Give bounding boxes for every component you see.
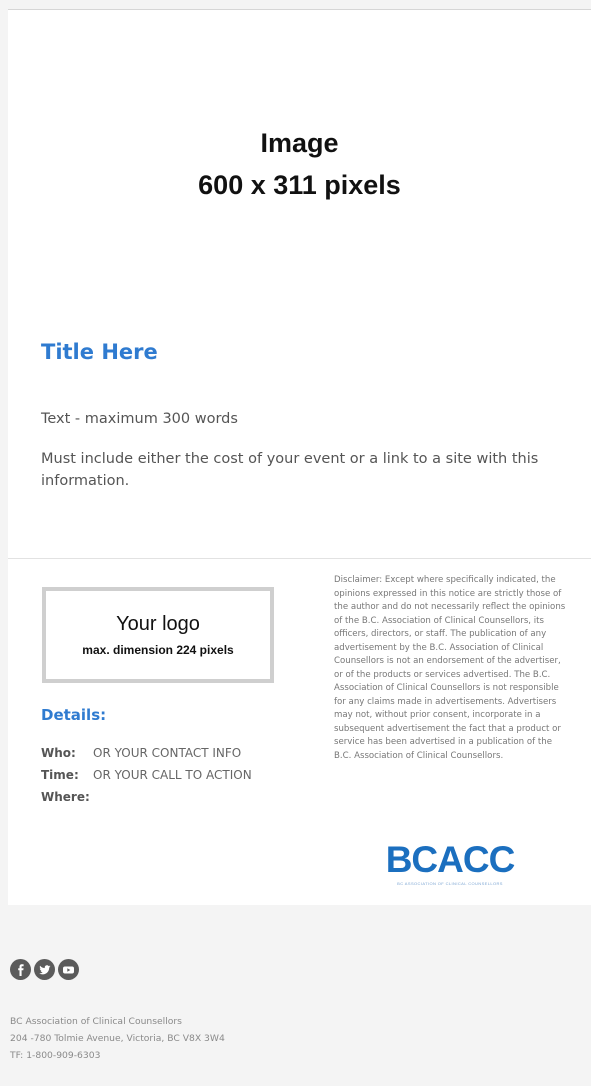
- hero-image-placeholder: Image 600 x 311 pixels: [8, 10, 591, 318]
- article-paragraph: Text - maximum 300 words: [41, 411, 238, 427]
- logo-placeholder-main: Your logo: [116, 613, 200, 635]
- details-label: Where:: [41, 790, 90, 804]
- bcacc-logo[interactable]: BCACC BC ASSOCIATION OF CLINICAL COUNSEL…: [380, 839, 520, 887]
- footer: BC Association of Clinical Counsellors 2…: [8, 905, 591, 1086]
- details-list: Who: OR YOUR CONTACT INFO Time: OR YOUR …: [41, 742, 252, 808]
- article-title: Title Here: [41, 340, 158, 364]
- twitter-icon[interactable]: [34, 959, 55, 980]
- logo-placeholder: Your logo max. dimension 224 pixels: [42, 587, 274, 683]
- details-value: OR YOUR CALL TO ACTION: [93, 768, 252, 782]
- hero-line-1: Image: [260, 128, 339, 158]
- details-label: Who:: [41, 746, 76, 760]
- footer-phone[interactable]: TF: 1-800-909-6303: [10, 1047, 225, 1064]
- details-row-time: Time: OR YOUR CALL TO ACTION: [41, 764, 252, 786]
- footer-org-name: BC Association of Clinical Counsellors: [10, 1016, 182, 1027]
- hero-line-2: 600 x 311 pixels: [198, 170, 401, 200]
- details-row-who: Who: OR YOUR CONTACT INFO: [41, 742, 252, 764]
- details-value: OR YOUR CONTACT INFO: [93, 746, 242, 760]
- section-divider: [8, 558, 591, 559]
- footer-address: BC Association of Clinical Counsellors 2…: [10, 1013, 225, 1064]
- bcacc-wordmark: BCACC: [385, 839, 516, 880]
- article-paragraph: Must include either the cost of your eve…: [41, 451, 539, 489]
- logo-placeholder-sub: max. dimension 224 pixels: [82, 643, 234, 657]
- youtube-icon[interactable]: [58, 959, 79, 980]
- facebook-icon[interactable]: [10, 959, 31, 980]
- bcacc-tagline: BC ASSOCIATION OF CLINICAL COUNSELLORS: [397, 881, 503, 886]
- article-body: Text - maximum 300 words Must include ei…: [41, 408, 571, 510]
- details-title: Details:: [41, 706, 107, 724]
- social-links: [10, 959, 79, 980]
- disclaimer-text: Disclaimer: Except where specifically in…: [334, 575, 566, 761]
- details-label: Time:: [41, 768, 79, 782]
- email-card: Image 600 x 311 pixels Title Here Text -…: [8, 9, 591, 905]
- footer-street-address: 204 -780 Tolmie Avenue, Victoria, BC V8X…: [10, 1033, 225, 1044]
- details-row-where: Where:: [41, 786, 252, 808]
